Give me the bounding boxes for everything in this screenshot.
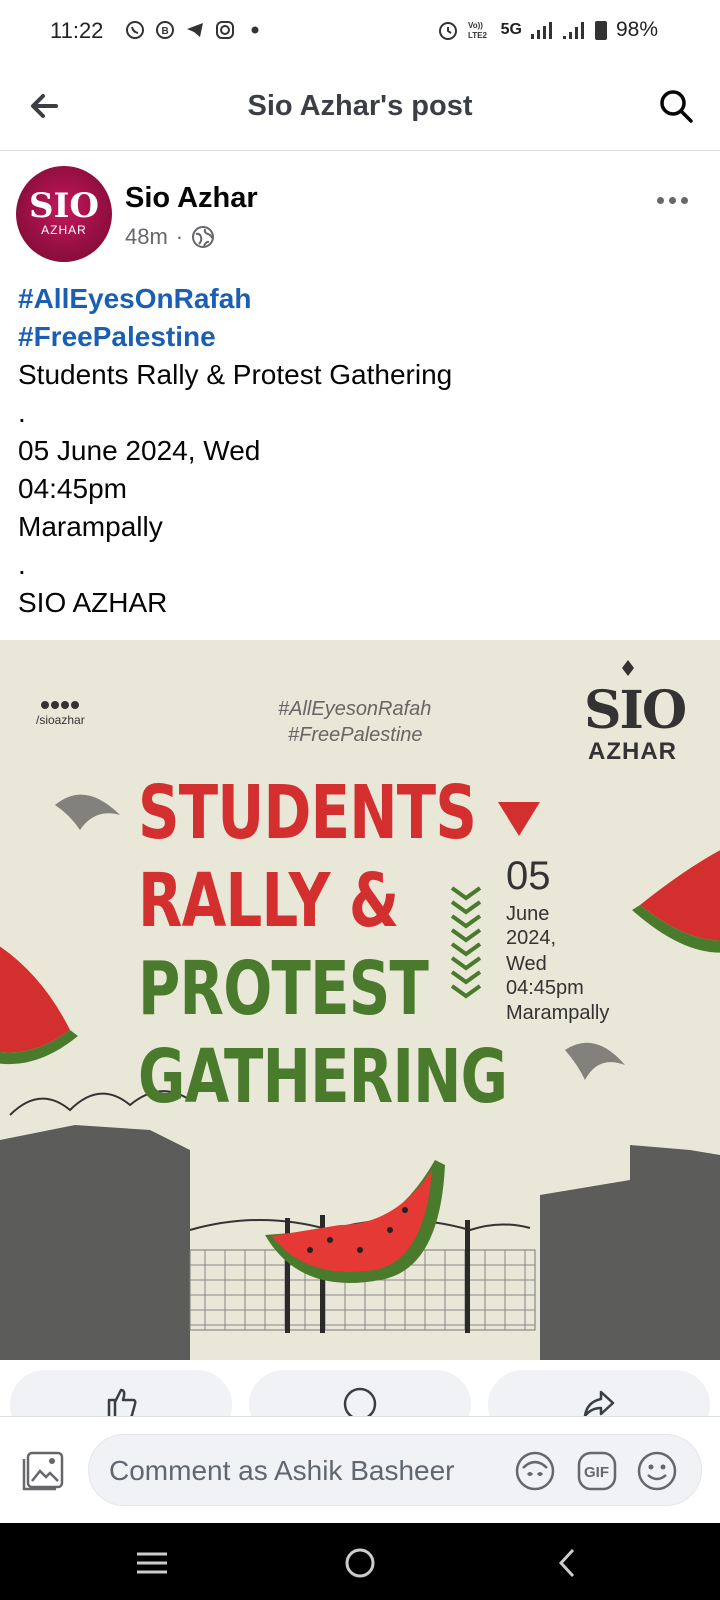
post-text-line: Marampally (18, 511, 163, 542)
post-text-line: . (18, 397, 26, 428)
more-dot (656, 196, 664, 204)
emoji-button[interactable] (635, 1449, 679, 1493)
more-options-button[interactable] (652, 190, 692, 210)
like-button[interactable] (10, 1370, 232, 1420)
poster-date-line: 04:45pm (506, 977, 584, 999)
poster-date-line: Wed (506, 953, 547, 975)
hashtag-link[interactable]: #FreePalestine (18, 318, 708, 356)
post-image[interactable]: /sioazhar #AllEyesonRafah #FreePalestine… (0, 640, 720, 1360)
whatsapp-business-icon: B (155, 20, 175, 40)
poster-date-line: 2024, (506, 927, 557, 949)
post-header: SIO AZHAR Sio Azhar 48m · (0, 160, 720, 262)
poster-headline-students: STUDENTS (138, 770, 477, 856)
search-icon (660, 90, 693, 123)
status-bar: 11:22 B Vo)) LTE2 5G 98% (0, 0, 720, 64)
facebook-icon (41, 701, 49, 709)
wall-left (0, 1125, 190, 1360)
telegram-icon (185, 20, 205, 40)
network-type: 5G (500, 21, 522, 38)
signal-icon-2 (562, 22, 584, 39)
top-nav: Sio Azhar's post (0, 64, 720, 151)
post-time[interactable]: 48m (125, 224, 168, 250)
battery-icon (594, 21, 607, 40)
system-back-button[interactable] (546, 1541, 590, 1585)
system-nav-bar (0, 1523, 720, 1600)
recents-button[interactable] (130, 1541, 174, 1585)
battery-level: 98% (615, 18, 658, 41)
dot-icon (245, 20, 265, 40)
svg-text:B: B (162, 26, 169, 37)
comment-placeholder: Comment as Ashik Basheer (109, 1455, 455, 1486)
poster-date-day: 05 (506, 854, 551, 898)
post-text-line: 04:45pm (18, 473, 127, 504)
like-icon (107, 1388, 137, 1420)
gif-button[interactable]: GIF (575, 1449, 619, 1493)
poster-logo-azhar: AZHAR (588, 738, 677, 765)
home-button[interactable] (338, 1541, 382, 1585)
more-dot (680, 196, 688, 204)
poster-headline-rally: RALLY & (138, 858, 399, 944)
page-title: Sio Azhar's post (247, 90, 473, 122)
poster-hashtag: #AllEyesonRafah (278, 698, 432, 720)
volte-icon: Vo))LTE2 (468, 21, 488, 40)
more-dot (668, 196, 676, 204)
svg-text:LTE2: LTE2 (468, 31, 488, 40)
twitter-icon (61, 701, 69, 709)
poster-date-line: Marampally (506, 1002, 610, 1024)
avatar-logo-azhar: AZHAR (41, 223, 87, 237)
alarm-icon (438, 22, 457, 40)
youtube-icon (71, 701, 79, 709)
comment-input[interactable]: Comment as Ashik Basheer GIF (88, 1434, 702, 1506)
poster-logo-sio: SIO (584, 680, 687, 741)
post-text-line: 05 June 2024, Wed (18, 435, 261, 466)
whatsapp-icon (125, 20, 145, 40)
post-text-line: Students Rally & Protest Gathering (18, 359, 453, 390)
post-text-line: SIO AZHAR (18, 587, 168, 618)
comment-button[interactable] (249, 1370, 471, 1420)
avatar-logo-sio: SIO (28, 186, 100, 226)
status-right: Vo)) LTE2 5G 98% (437, 18, 658, 42)
poster-headline-protest: PROTEST (138, 946, 429, 1032)
poster-handle: /sioazhar (36, 713, 85, 727)
poster-headline-gathering: GATHERING (138, 1034, 508, 1120)
poster-hashtag: #FreePalestine (288, 724, 423, 746)
signal-icon (530, 22, 552, 39)
meta-separator: · (175, 224, 184, 249)
post-text: #AllEyesOnRafah #FreePalestine Students … (18, 280, 708, 622)
poster-date-line: June (506, 903, 550, 925)
post-meta: 48m · (125, 224, 215, 250)
comment-icon (343, 1387, 377, 1420)
post-actions (0, 1370, 720, 1420)
photo-icon (22, 1451, 64, 1491)
emoji-icon (637, 1451, 677, 1491)
share-icon (583, 1390, 615, 1418)
instagram-icon (51, 701, 59, 709)
avatar-sticker-icon (515, 1451, 555, 1491)
svg-text:GIF: GIF (584, 1464, 609, 1481)
gif-icon: GIF (577, 1451, 617, 1491)
avatar[interactable]: SIO AZHAR (16, 166, 112, 262)
share-button[interactable] (488, 1370, 710, 1420)
notification-icons: B (125, 20, 265, 40)
author-name[interactable]: Sio Azhar (125, 182, 258, 215)
recents-icon (137, 1552, 167, 1574)
back-icon (558, 1548, 575, 1578)
post-text-line: . (18, 549, 26, 580)
globe-icon (192, 226, 215, 248)
search-button[interactable] (656, 86, 696, 126)
svg-text:Vo)): Vo)) (468, 21, 483, 30)
add-photo-button[interactable] (20, 1447, 68, 1495)
home-icon (345, 1548, 375, 1578)
instagram-icon (215, 20, 235, 40)
comment-bar: Comment as Ashik Basheer GIF (0, 1416, 720, 1524)
status-time: 11:22 (50, 18, 104, 43)
hashtag-link[interactable]: #AllEyesOnRafah (18, 280, 708, 318)
avatar-sticker-button[interactable] (513, 1449, 557, 1493)
